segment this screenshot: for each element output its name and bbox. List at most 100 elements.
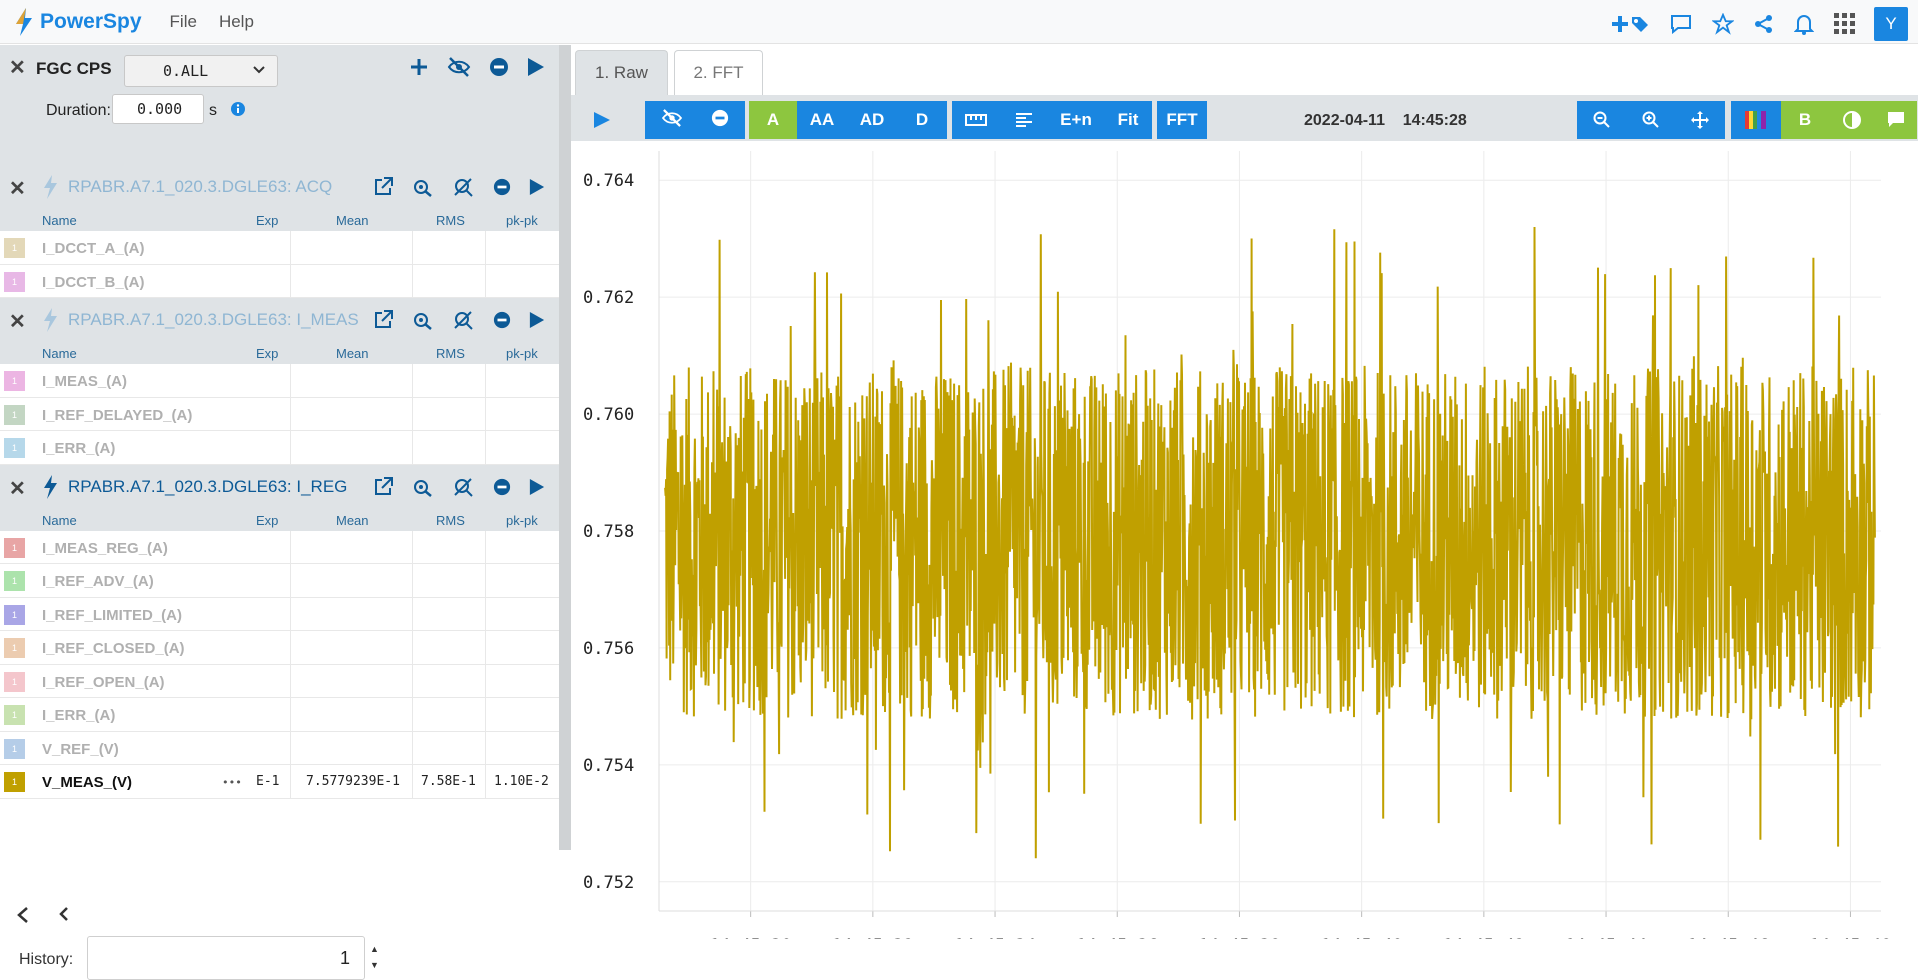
external-link-icon[interactable] [373, 476, 393, 497]
comment-toggle-icon[interactable] [1875, 101, 1917, 139]
add-icon[interactable] [409, 57, 429, 77]
tab-fft[interactable]: 2. FFT [674, 50, 763, 95]
signal-row[interactable]: 1 I_ERR_(A) [0, 698, 559, 732]
play-icon[interactable] [527, 57, 545, 77]
signal-row[interactable]: 1 I_MEAS_(A) [0, 364, 559, 398]
apps-grid-icon[interactable] [1834, 13, 1856, 35]
remove-icon[interactable] [493, 178, 511, 196]
fft-button[interactable]: FFT [1157, 101, 1207, 139]
close-group-button[interactable]: ✕ [9, 476, 26, 501]
minus-toggle-icon[interactable] [711, 109, 729, 132]
signal-color-swatch[interactable]: 1 [4, 571, 25, 591]
eye-slash-toggle-icon[interactable] [661, 108, 683, 132]
signal-color-swatch[interactable]: 1 [4, 772, 25, 792]
search-eye-icon[interactable] [411, 477, 435, 497]
cycle-select[interactable]: 0.ALL [124, 55, 278, 87]
exponent-button[interactable]: E+n [1048, 101, 1104, 139]
color-palette-icon[interactable] [1731, 101, 1781, 139]
chevron-left-icon[interactable] [16, 907, 30, 928]
history-stepper[interactable]: ▲ ▼ [370, 941, 379, 973]
remove-icon[interactable] [493, 311, 511, 329]
signal-color-swatch[interactable]: 1 [4, 604, 25, 625]
signal-color-swatch[interactable]: 1 [4, 638, 25, 658]
signal-color-swatch[interactable]: 1 [4, 705, 25, 725]
external-link-icon[interactable] [373, 310, 393, 330]
zoom-out-icon[interactable] [1577, 101, 1627, 139]
chevron-down-icon [253, 66, 265, 74]
zoom-in-icon[interactable] [1627, 101, 1675, 139]
close-device-button[interactable]: ✕ [9, 55, 26, 80]
signal-groups: ✕ RPABR.A7.1_020.3.DGLE63: ACQ Name Exp Mean… [0, 165, 559, 799]
share-icon[interactable] [1754, 14, 1774, 34]
signal-color-swatch[interactable]: 1 [4, 671, 25, 692]
signal-row[interactable]: 1 I_REF_ADV_(A) [0, 564, 559, 598]
group-title: RPABR.A7.1_020.3.DGLE63: I_REG [68, 476, 348, 496]
signal-row[interactable]: 1 V_REF_(V) [0, 731, 559, 765]
signal-row[interactable]: 1 V_MEAS_(V) ••• E-1 7.5779239E-1 7.58E-1 1.10… [0, 765, 559, 799]
search-slash-icon[interactable] [453, 177, 475, 197]
signal-row[interactable]: 1 I_REF_CLOSED_(A) [0, 631, 559, 665]
close-group-button[interactable]: ✕ [9, 176, 26, 201]
mode-a-button[interactable]: A [749, 101, 797, 139]
signal-row[interactable]: 1 I_REF_LIMITED_(A) [0, 597, 559, 631]
mode-aa-button[interactable]: AA [797, 101, 847, 139]
bold-button[interactable]: B [1781, 101, 1829, 139]
signal-color-swatch[interactable]: 1 [4, 738, 25, 759]
duration-input[interactable]: 0.000 [112, 94, 204, 124]
pan-icon[interactable] [1675, 101, 1725, 139]
ruler-icon[interactable] [952, 101, 1000, 139]
search-slash-icon[interactable] [453, 310, 475, 330]
contrast-icon[interactable] [1829, 101, 1875, 139]
remove-icon[interactable] [489, 57, 509, 77]
eye-slash-icon[interactable] [447, 57, 471, 77]
bell-icon[interactable] [1794, 13, 1814, 35]
brand[interactable]: PowerSpy [14, 7, 142, 36]
chart-area[interactable]: 0.7640.7620.7600.7580.7560.7540.75214:45… [571, 141, 1918, 956]
remove-icon[interactable] [493, 478, 511, 496]
close-group-button[interactable]: ✕ [9, 309, 26, 334]
play-plot-icon[interactable] [589, 101, 615, 139]
fit-button[interactable]: Fit [1104, 101, 1152, 139]
history-input[interactable]: 1 [87, 936, 365, 980]
signal-color-swatch[interactable]: 1 [4, 404, 25, 425]
y-tick-label: 0.756 [583, 639, 634, 659]
more-options-icon[interactable]: ••• [222, 776, 242, 789]
signal-exp: E-1 [256, 774, 280, 789]
add-tag-icon[interactable] [1612, 13, 1650, 35]
play-icon[interactable] [529, 311, 545, 329]
signal-color-swatch[interactable]: 1 [4, 271, 25, 292]
signal-color-swatch[interactable]: 1 [4, 371, 25, 391]
user-avatar[interactable]: Y [1874, 7, 1908, 41]
signal-row[interactable]: 1 I_REF_DELAYED_(A) [0, 397, 559, 431]
signal-color-swatch[interactable]: 1 [4, 438, 25, 458]
plot-toolbar: A AA AD D E+n Fit FFT 2022-04-11 14:45:2… [571, 95, 1918, 141]
lightning-logo-icon [16, 7, 32, 36]
signal-row[interactable]: 1 I_DCCT_B_(A) [0, 264, 559, 298]
align-icon[interactable] [1000, 101, 1048, 139]
signal-color-swatch[interactable]: 1 [4, 537, 25, 558]
play-icon[interactable] [529, 178, 545, 196]
search-slash-icon[interactable] [453, 477, 475, 497]
signal-row[interactable]: 1 I_ERR_(A) [0, 431, 559, 465]
panel-splitter[interactable] [559, 45, 571, 850]
tab-raw[interactable]: 1. Raw [575, 50, 668, 95]
signal-row[interactable]: 1 I_DCCT_A_(A) [0, 231, 559, 265]
mode-d-button[interactable]: D [897, 101, 947, 139]
menu-help[interactable]: Help [219, 12, 254, 32]
y-tick-label: 0.764 [583, 171, 634, 191]
info-icon[interactable] [230, 101, 246, 117]
menu-file[interactable]: File [170, 12, 197, 32]
column-header: Name [42, 213, 77, 228]
comment-icon[interactable] [1670, 14, 1692, 34]
mode-ad-button[interactable]: AD [847, 101, 897, 139]
search-eye-icon[interactable] [411, 310, 435, 330]
star-icon[interactable] [1712, 13, 1734, 35]
signal-row[interactable]: 1 I_REF_OPEN_(A) [0, 664, 559, 698]
chevron-left-small-icon[interactable] [58, 907, 70, 928]
signal-color-swatch[interactable]: 1 [4, 238, 25, 258]
lightning-icon [44, 175, 57, 199]
search-eye-icon[interactable] [411, 177, 435, 197]
external-link-icon[interactable] [373, 177, 393, 197]
play-icon[interactable] [529, 478, 545, 496]
signal-row[interactable]: 1 I_MEAS_REG_(A) [0, 530, 559, 564]
